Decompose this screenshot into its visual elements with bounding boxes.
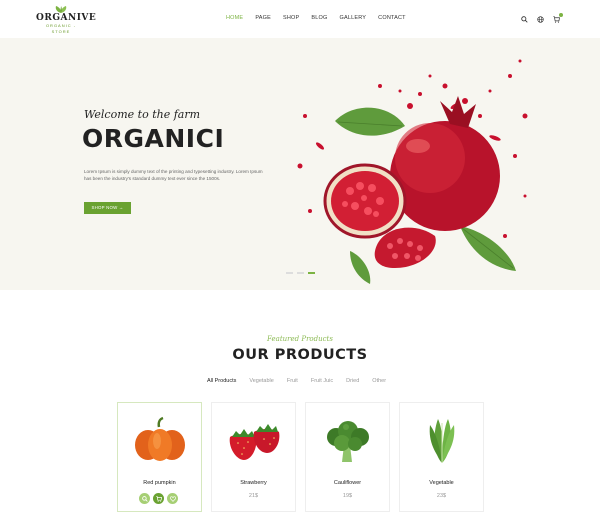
- product-name[interactable]: Red pumpkin: [118, 480, 201, 486]
- pomegranate-illustration: [297, 59, 528, 284]
- brand-name: ORGANIVE: [36, 13, 97, 23]
- section-title: OUR PRODUCTS: [232, 347, 368, 363]
- product-grid: Red pumpkin Strawberry 21$ Cauliflower 1…: [117, 402, 493, 512]
- hero-title: ORGANICI: [82, 124, 225, 153]
- product-card[interactable]: Cauliflower 19$: [305, 402, 390, 512]
- nav-home[interactable]: HOME: [226, 15, 243, 21]
- search-icon[interactable]: [521, 16, 528, 23]
- heart-icon: [169, 495, 176, 502]
- slider-dot[interactable]: [286, 272, 293, 274]
- section-subtitle: Featured Products: [267, 335, 333, 343]
- search-icon: [141, 495, 148, 502]
- nav-blog[interactable]: BLOG: [311, 15, 327, 21]
- brand-tagline: ORGANIC - STORE: [45, 23, 77, 34]
- product-name[interactable]: Cauliflower: [306, 480, 389, 486]
- shop-now-button[interactable]: SHOP NOW →: [84, 202, 131, 214]
- hero-banner: Welcome to the farm ORGANICI Lorem Ipsum…: [0, 38, 600, 290]
- filter-other[interactable]: Other: [372, 378, 386, 384]
- cart-count-badge: [559, 13, 563, 17]
- wishlist-button[interactable]: [167, 493, 178, 504]
- product-price: 19$: [342, 493, 353, 499]
- broccoli-icon: [327, 421, 369, 462]
- filter-fruit-juice[interactable]: Fruit Juic: [311, 378, 333, 384]
- add-to-cart-button[interactable]: [153, 493, 164, 504]
- product-price: 23$: [436, 493, 447, 499]
- product-card[interactable]: Vegetable 23$: [399, 402, 484, 512]
- product-name[interactable]: Strawberry: [212, 480, 295, 486]
- slider-dot-active[interactable]: [308, 272, 315, 274]
- strawberry-icon: [229, 424, 280, 460]
- slider-dots: [286, 272, 315, 274]
- product-name[interactable]: Vegetable: [400, 480, 483, 486]
- site-header: ORGANIVE ORGANIC - STORE HOME PAGE SHOP …: [0, 0, 600, 38]
- globe-icon[interactable]: [537, 16, 544, 23]
- cart-icon[interactable]: [553, 16, 560, 23]
- pumpkin-icon: [135, 416, 185, 461]
- hero-description: Lorem Ipsum is simply dummy text of the …: [84, 169, 263, 181]
- nav-shop[interactable]: SHOP: [283, 15, 299, 21]
- filter-dried[interactable]: Dried: [346, 378, 359, 384]
- main-nav: HOME PAGE SHOP BLOG GALLERY CONTACT: [226, 15, 418, 21]
- hero-welcome: Welcome to the farm: [84, 108, 201, 121]
- leaf-icon: [55, 6, 67, 13]
- filter-vegetable[interactable]: Vegetable: [249, 378, 273, 384]
- quick-view-button[interactable]: [139, 493, 150, 504]
- nav-gallery[interactable]: GALLERY: [339, 15, 366, 21]
- filter-fruit[interactable]: Fruit: [287, 378, 298, 384]
- lettuce-icon: [429, 419, 455, 463]
- product-card[interactable]: Strawberry 21$: [211, 402, 296, 512]
- slider-dot[interactable]: [297, 272, 304, 274]
- product-price: 21$: [248, 493, 259, 499]
- product-filters: All Products Vegetable Fruit Fruit Juic …: [207, 378, 399, 384]
- filter-all-products[interactable]: All Products: [207, 378, 236, 384]
- product-card[interactable]: Red pumpkin: [117, 402, 202, 512]
- product-actions: [139, 493, 178, 504]
- logo[interactable]: ORGANIVE ORGANIC - STORE: [36, 6, 97, 34]
- nav-contact[interactable]: CONTACT: [378, 15, 406, 21]
- cart-icon: [155, 495, 162, 502]
- nav-page[interactable]: PAGE: [255, 15, 271, 21]
